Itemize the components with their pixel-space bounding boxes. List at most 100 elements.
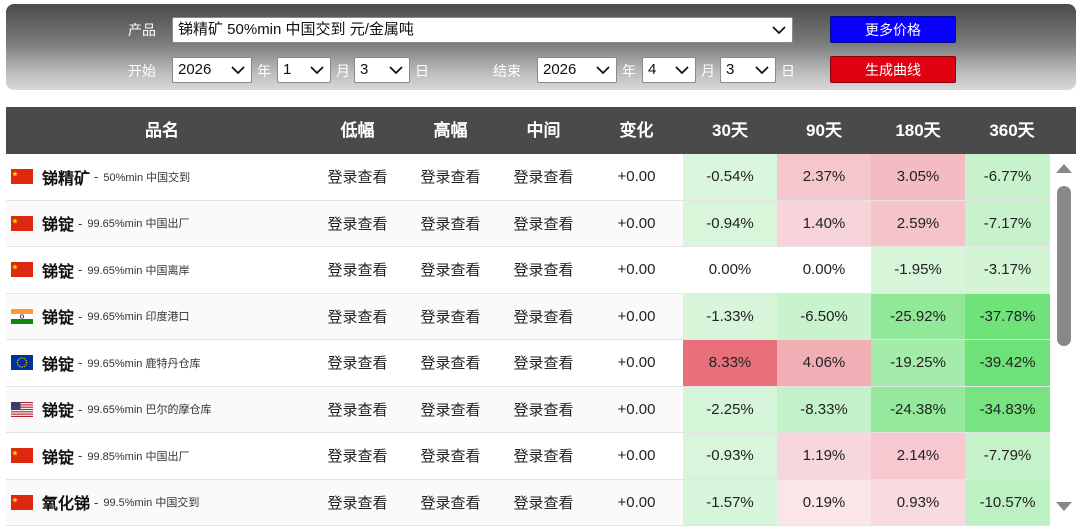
col-header-30d: 30天 [712,121,748,140]
start-month-select[interactable]: 1 [277,57,331,83]
end-year-value: 2026 [543,61,577,78]
scroll-down-arrow-icon[interactable] [1056,502,1072,511]
end-day-select[interactable]: 3 [720,57,776,83]
name-separator: - [78,448,83,464]
change-180d-cell: -25.92% [871,293,965,339]
start-year-select[interactable]: 2026 [172,57,252,83]
high-cell[interactable]: 登录查看 [404,201,497,247]
month-unit: 月 [336,63,350,79]
name-separator: - [78,355,83,371]
col-header-name: 品名 [145,121,179,140]
col-header-90d: 90天 [806,121,842,140]
more-prices-button[interactable]: 更多价格 [830,16,956,43]
change-30d-cell: -0.94% [683,200,777,246]
change-90d-cell: 0.19% [777,479,871,525]
mid-cell[interactable]: 登录查看 [497,433,590,479]
change-90d-cell: 1.40% [777,200,871,246]
year-unit: 年 [257,63,271,79]
name-separator: - [78,215,83,231]
product-spec: 99.65%min 巴尔的摩仓库 [87,404,212,417]
high-cell[interactable]: 登录查看 [404,247,497,293]
eu-flag-icon [11,355,33,371]
mid-cell[interactable]: 登录查看 [497,340,590,386]
china-flag-icon [11,448,33,464]
table-row[interactable]: 锑锭 - 99.65%min 鹿特丹仓库 登录查看 登录查看 登录查看 +0.00 8.3… [6,340,1050,387]
product-select[interactable]: 锑精矿 50%min 中国交到 元/金属吨 [172,17,793,43]
chevron-down-icon [772,25,786,35]
change-cell: +0.00 [617,168,656,186]
low-cell[interactable]: 登录查看 [311,201,404,247]
high-cell[interactable]: 登录查看 [404,294,497,340]
start-day-value: 3 [360,61,369,78]
start-year-value: 2026 [178,61,212,78]
table-row[interactable]: 氧化锑 - 99.5%min 中国交到 登录查看 登录查看 登录查看 +0.00 -1.5… [6,479,1050,526]
end-month-value: 4 [648,61,657,78]
mid-cell[interactable]: 登录查看 [497,201,590,247]
name-separator: - [94,169,99,185]
high-cell[interactable]: 登录查看 [404,433,497,479]
high-cell[interactable]: 登录查看 [404,340,497,386]
china-flag-icon [11,494,33,510]
generate-curve-button[interactable]: 生成曲线 [830,56,956,83]
col-header-mid: 中间 [526,121,561,140]
product-name: 锑锭 [42,356,75,374]
low-cell[interactable]: 登录查看 [311,247,404,293]
table-row[interactable]: 锑锭 - 99.65%min 印度港口 登录查看 登录查看 登录查看 +0.00 -1.3… [6,293,1050,340]
mid-cell[interactable]: 登录查看 [497,154,590,200]
end-label: 结束 [493,63,521,79]
high-cell[interactable]: 登录查看 [404,387,497,433]
start-month-value: 1 [283,61,292,78]
table-row[interactable]: 锑锭 - 99.65%min 巴尔的摩仓库 登录查看 登录查看 登录查看 +0.00 -2… [6,386,1050,433]
product-name: 氧化锑 [42,496,91,514]
change-cell: +0.00 [617,447,656,465]
change-90d-cell: -6.50% [777,293,871,339]
mid-cell[interactable]: 登录查看 [497,247,590,293]
usa-flag-icon [11,401,33,417]
low-cell[interactable]: 登录查看 [311,294,404,340]
high-cell[interactable]: 登录查看 [404,154,497,200]
change-180d-cell: 0.93% [871,479,965,525]
low-cell[interactable]: 登录查看 [311,387,404,433]
change-360d-cell: -3.17% [965,247,1050,293]
low-cell[interactable]: 登录查看 [311,433,404,479]
change-cell: +0.00 [617,307,656,325]
table-row[interactable]: 锑精矿 - 50%min 中国交到 登录查看 登录查看 登录查看 +0.00 -0.54%… [6,154,1050,201]
product-name-cell: 锑精矿 - 50%min 中国交到 [11,154,190,200]
high-cell[interactable]: 登录查看 [404,480,497,526]
table-row[interactable]: 锑锭 - 99.85%min 中国出厂 登录查看 登录查看 登录查看 +0.00 -0.9… [6,433,1050,480]
product-spec: 99.65%min 印度港口 [87,311,190,324]
end-year-select[interactable]: 2026 [537,57,617,83]
change-180d-cell: -1.95% [871,247,965,293]
change-cell: +0.00 [617,261,656,279]
mid-cell[interactable]: 登录查看 [497,387,590,433]
low-cell[interactable]: 登录查看 [311,340,404,386]
chevron-down-icon [310,65,324,75]
start-day-select[interactable]: 3 [354,57,410,83]
scrollbar-thumb[interactable] [1057,186,1071,346]
low-cell[interactable]: 登录查看 [311,154,404,200]
change-cell: +0.00 [617,400,656,418]
product-label: 产品 [128,22,156,38]
product-spec: 99.65%min 中国出厂 [87,218,190,231]
change-180d-cell: -24.38% [871,386,965,432]
filter-panel: 产品 锑精矿 50%min 中国交到 元/金属吨 更多价格 开始 2026 年 … [6,4,1076,90]
change-30d-cell: -0.93% [683,433,777,479]
chevron-down-icon [675,65,689,75]
change-30d-cell: -0.54% [683,154,777,200]
name-separator: - [78,308,83,324]
scroll-up-arrow-icon[interactable] [1056,164,1072,173]
low-cell[interactable]: 登录查看 [311,480,404,526]
change-30d-cell: -1.57% [683,479,777,525]
product-select-value: 锑精矿 50%min 中国交到 元/金属吨 [178,21,414,38]
change-360d-cell: -7.79% [965,433,1050,479]
end-month-select[interactable]: 4 [642,57,696,83]
table-row[interactable]: 锑锭 - 99.65%min 中国离岸 登录查看 登录查看 登录查看 +0.00 0.00… [6,247,1050,294]
mid-cell[interactable]: 登录查看 [497,294,590,340]
mid-cell[interactable]: 登录查看 [497,480,590,526]
table-row[interactable]: 锑锭 - 99.65%min 中国出厂 登录查看 登录查看 登录查看 +0.00 -0.9… [6,200,1050,247]
name-separator: - [78,262,83,278]
product-name: 锑锭 [42,403,75,421]
day-unit: 日 [415,63,429,79]
product-name-cell: 锑锭 - 99.65%min 中国出厂 [11,201,189,247]
scrollbar[interactable] [1052,154,1076,526]
